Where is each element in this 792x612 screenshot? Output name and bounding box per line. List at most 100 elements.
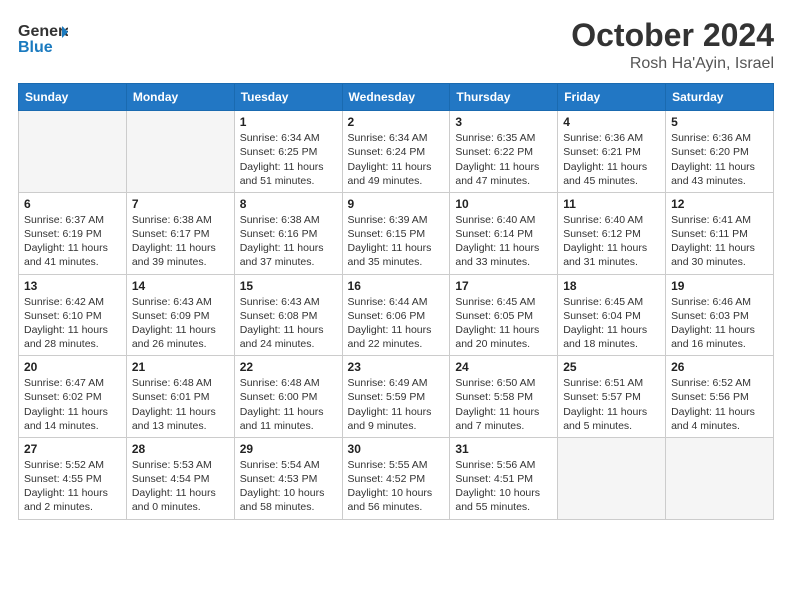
day-number: 24 xyxy=(455,360,552,374)
day-info: Sunrise: 5:53 AM Sunset: 4:54 PM Dayligh… xyxy=(132,458,229,515)
day-number: 16 xyxy=(348,279,445,293)
day-info: Sunrise: 5:54 AM Sunset: 4:53 PM Dayligh… xyxy=(240,458,337,515)
svg-text:Blue: Blue xyxy=(18,39,53,56)
table-row: 21 Sunrise: 6:48 AM Sunset: 6:01 PM Dayli… xyxy=(126,356,234,438)
day-number: 17 xyxy=(455,279,552,293)
table-row: 15 Sunrise: 6:43 AM Sunset: 6:08 PM Dayli… xyxy=(234,274,342,356)
table-row: 17 Sunrise: 6:45 AM Sunset: 6:05 PM Dayli… xyxy=(450,274,558,356)
day-info: Sunrise: 6:40 AM Sunset: 6:14 PM Dayligh… xyxy=(455,213,552,270)
table-row: 4 Sunrise: 6:36 AM Sunset: 6:21 PM Daylig… xyxy=(558,111,666,193)
calendar-week-row: 6 Sunrise: 6:37 AM Sunset: 6:19 PM Daylig… xyxy=(19,192,774,274)
day-number: 13 xyxy=(24,279,121,293)
table-row xyxy=(126,111,234,193)
day-number: 3 xyxy=(455,115,552,129)
day-number: 22 xyxy=(240,360,337,374)
day-number: 31 xyxy=(455,442,552,456)
table-row: 5Sunrise: 6:36 AM Sunset: 6:20 PM Daylig… xyxy=(666,111,774,193)
header-wednesday: Wednesday xyxy=(342,84,450,111)
calendar-week-row: 13Sunrise: 6:42 AM Sunset: 6:10 PM Dayli… xyxy=(19,274,774,356)
header-monday: Monday xyxy=(126,84,234,111)
day-info: Sunrise: 6:52 AM Sunset: 5:56 PM Dayligh… xyxy=(671,376,768,433)
table-row: 14 Sunrise: 6:43 AM Sunset: 6:09 PM Dayli… xyxy=(126,274,234,356)
day-number: 4 xyxy=(563,115,660,129)
day-info: Sunrise: 6:40 AM Sunset: 6:12 PM Dayligh… xyxy=(563,213,660,270)
day-info: Sunrise: 6:34 AM Sunset: 6:25 PM Dayligh… xyxy=(240,131,337,188)
table-row: 12Sunrise: 6:41 AM Sunset: 6:11 PM Dayli… xyxy=(666,192,774,274)
table-row: 30 Sunrise: 5:55 AM Sunset: 4:52 PM Dayli… xyxy=(342,437,450,519)
day-info: Sunrise: 6:46 AM Sunset: 6:03 PM Dayligh… xyxy=(671,295,768,352)
day-number: 28 xyxy=(132,442,229,456)
day-info: Sunrise: 6:43 AM Sunset: 6:09 PM Dayligh… xyxy=(132,295,229,352)
day-info: Sunrise: 6:43 AM Sunset: 6:08 PM Dayligh… xyxy=(240,295,337,352)
table-row: 18Sunrise: 6:45 AM Sunset: 6:04 PM Dayli… xyxy=(558,274,666,356)
day-number: 6 xyxy=(24,197,121,211)
day-number: 7 xyxy=(132,197,229,211)
day-info: Sunrise: 5:52 AM Sunset: 4:55 PM Dayligh… xyxy=(24,458,121,515)
calendar-week-row: 27 Sunrise: 5:52 AM Sunset: 4:55 PM Dayli… xyxy=(19,437,774,519)
day-info: Sunrise: 6:38 AM Sunset: 6:17 PM Dayligh… xyxy=(132,213,229,270)
table-row: 11 Sunrise: 6:40 AM Sunset: 6:12 PM Dayli… xyxy=(558,192,666,274)
table-row: 2Sunrise: 6:34 AM Sunset: 6:24 PM Daylig… xyxy=(342,111,450,193)
title-block: October 2024 Rosh Ha'Ayin, Israel xyxy=(571,18,774,73)
day-info: Sunrise: 6:50 AM Sunset: 5:58 PM Dayligh… xyxy=(455,376,552,433)
day-info: Sunrise: 6:36 AM Sunset: 6:21 PM Dayligh… xyxy=(563,131,660,188)
day-number: 19 xyxy=(671,279,768,293)
day-info: Sunrise: 6:39 AM Sunset: 6:15 PM Dayligh… xyxy=(348,213,445,270)
table-row: 24 Sunrise: 6:50 AM Sunset: 5:58 PM Dayli… xyxy=(450,356,558,438)
day-info: Sunrise: 6:34 AM Sunset: 6:24 PM Dayligh… xyxy=(348,131,445,188)
day-number: 23 xyxy=(348,360,445,374)
day-number: 30 xyxy=(348,442,445,456)
calendar-week-row: 20 Sunrise: 6:47 AM Sunset: 6:02 PM Dayli… xyxy=(19,356,774,438)
day-info: Sunrise: 6:44 AM Sunset: 6:06 PM Dayligh… xyxy=(348,295,445,352)
day-info: Sunrise: 6:36 AM Sunset: 6:20 PM Dayligh… xyxy=(671,131,768,188)
day-number: 25 xyxy=(563,360,660,374)
day-number: 29 xyxy=(240,442,337,456)
table-row: 27 Sunrise: 5:52 AM Sunset: 4:55 PM Dayli… xyxy=(19,437,127,519)
table-row xyxy=(19,111,127,193)
location: Rosh Ha'Ayin, Israel xyxy=(571,55,774,73)
header-tuesday: Tuesday xyxy=(234,84,342,111)
table-row: 16 Sunrise: 6:44 AM Sunset: 6:06 PM Dayli… xyxy=(342,274,450,356)
logo: General Blue xyxy=(18,18,68,58)
day-number: 18 xyxy=(563,279,660,293)
day-info: Sunrise: 6:35 AM Sunset: 6:22 PM Dayligh… xyxy=(455,131,552,188)
calendar-week-row: 1 Sunrise: 6:34 AM Sunset: 6:25 PM Daylig… xyxy=(19,111,774,193)
header-sunday: Sunday xyxy=(19,84,127,111)
table-row xyxy=(666,437,774,519)
day-info: Sunrise: 6:51 AM Sunset: 5:57 PM Dayligh… xyxy=(563,376,660,433)
header-friday: Friday xyxy=(558,84,666,111)
table-row: 25 Sunrise: 6:51 AM Sunset: 5:57 PM Dayli… xyxy=(558,356,666,438)
day-info: Sunrise: 6:45 AM Sunset: 6:05 PM Dayligh… xyxy=(455,295,552,352)
day-info: Sunrise: 6:38 AM Sunset: 6:16 PM Dayligh… xyxy=(240,213,337,270)
table-row: 23Sunrise: 6:49 AM Sunset: 5:59 PM Dayli… xyxy=(342,356,450,438)
day-number: 9 xyxy=(348,197,445,211)
day-info: Sunrise: 5:55 AM Sunset: 4:52 PM Dayligh… xyxy=(348,458,445,515)
day-number: 1 xyxy=(240,115,337,129)
day-number: 11 xyxy=(563,197,660,211)
day-number: 27 xyxy=(24,442,121,456)
day-info: Sunrise: 6:41 AM Sunset: 6:11 PM Dayligh… xyxy=(671,213,768,270)
day-number: 14 xyxy=(132,279,229,293)
table-row: 13Sunrise: 6:42 AM Sunset: 6:10 PM Dayli… xyxy=(19,274,127,356)
day-number: 8 xyxy=(240,197,337,211)
table-row: 31 Sunrise: 5:56 AM Sunset: 4:51 PM Dayli… xyxy=(450,437,558,519)
logo-icon: General Blue xyxy=(18,18,68,58)
table-row: 1 Sunrise: 6:34 AM Sunset: 6:25 PM Daylig… xyxy=(234,111,342,193)
day-info: Sunrise: 6:48 AM Sunset: 6:01 PM Dayligh… xyxy=(132,376,229,433)
table-row: 28 Sunrise: 5:53 AM Sunset: 4:54 PM Dayli… xyxy=(126,437,234,519)
table-row: 7 Sunrise: 6:38 AM Sunset: 6:17 PM Daylig… xyxy=(126,192,234,274)
table-row: 26Sunrise: 6:52 AM Sunset: 5:56 PM Dayli… xyxy=(666,356,774,438)
page: General Blue October 2024 Rosh Ha'Ayin, … xyxy=(0,0,792,612)
day-info: Sunrise: 6:37 AM Sunset: 6:19 PM Dayligh… xyxy=(24,213,121,270)
table-row: 29 Sunrise: 5:54 AM Sunset: 4:53 PM Dayli… xyxy=(234,437,342,519)
day-number: 20 xyxy=(24,360,121,374)
table-row: 9 Sunrise: 6:39 AM Sunset: 6:15 PM Daylig… xyxy=(342,192,450,274)
header: General Blue October 2024 Rosh Ha'Ayin, … xyxy=(18,18,774,73)
day-number: 15 xyxy=(240,279,337,293)
day-number: 21 xyxy=(132,360,229,374)
table-row: 20 Sunrise: 6:47 AM Sunset: 6:02 PM Dayli… xyxy=(19,356,127,438)
day-info: Sunrise: 5:56 AM Sunset: 4:51 PM Dayligh… xyxy=(455,458,552,515)
table-row xyxy=(558,437,666,519)
day-info: Sunrise: 6:47 AM Sunset: 6:02 PM Dayligh… xyxy=(24,376,121,433)
table-row: 8 Sunrise: 6:38 AM Sunset: 6:16 PM Daylig… xyxy=(234,192,342,274)
